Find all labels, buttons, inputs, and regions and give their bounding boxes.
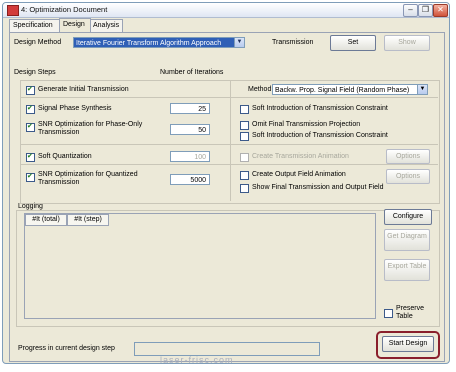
soft-intro-constraint-checkbox-2[interactable] — [240, 132, 249, 141]
method-value: Backw. Prop. Signal Field (Random Phase) — [275, 87, 410, 94]
row-divider — [20, 97, 438, 98]
step-snr-quantized-checkbox[interactable] — [26, 172, 35, 182]
snr-quantized-iterations-input[interactable]: 5000 — [170, 174, 210, 185]
tab-analysis[interactable]: Analysis — [89, 19, 123, 32]
column-divider — [230, 81, 231, 201]
preserve-table-label: Preserve Table — [396, 305, 425, 320]
logging-label: Logging — [18, 203, 43, 210]
progress-bar — [134, 342, 320, 356]
get-diagram-button[interactable]: Get Diagram — [384, 229, 430, 251]
column-header-it-step[interactable]: #It (step) — [67, 214, 109, 226]
step-signal-phase-checkbox[interactable] — [26, 104, 35, 114]
soft-intro-constraint-label-1: Soft Introduction of Transmission Constr… — [252, 105, 388, 112]
soft-quantization-iterations-input[interactable]: 100 — [170, 151, 210, 162]
export-table-button[interactable]: Export Table — [384, 259, 430, 281]
method-label: Method — [248, 86, 272, 93]
options-button-2[interactable]: Options — [386, 169, 430, 184]
design-method-value: Iterative Fourier Transform Algorithm Ap… — [76, 40, 222, 47]
close-button[interactable]: ✕ — [433, 4, 448, 17]
show-button[interactable]: Show — [384, 35, 430, 51]
method-select[interactable]: Backw. Prop. Signal Field (Random Phase)… — [272, 84, 428, 95]
row-divider — [20, 144, 438, 145]
create-transmission-animation-checkbox[interactable] — [240, 153, 249, 162]
step-signal-phase-label: Signal Phase Synthesis — [38, 105, 112, 112]
create-output-animation-label: Create Output Field Animation — [252, 171, 346, 178]
tab-specification[interactable]: Specification — [9, 19, 61, 32]
soft-intro-constraint-label-2: Soft Introduction of Transmission Constr… — [252, 132, 388, 139]
window-title: 4: Optimization Document — [21, 5, 108, 14]
design-panel: Design Method Iterative Fourier Transfor… — [9, 32, 445, 364]
show-final-transmission-label: Show Final Transmission and Output Field — [252, 184, 384, 191]
number-of-iterations-header: Number of Iterations — [160, 69, 224, 76]
step-snr-phase-only-label: SNR Optimization for Phase-Only Transmis… — [38, 121, 156, 137]
step-generate-initial-checkbox[interactable] — [26, 85, 35, 95]
signal-phase-iterations-input[interactable]: 25 — [170, 103, 210, 114]
row-divider — [20, 164, 438, 165]
logging-table[interactable]: #It (total) #It (step) — [24, 213, 376, 319]
step-soft-quantization-checkbox[interactable] — [26, 152, 35, 162]
options-button-1[interactable]: Options — [386, 149, 430, 164]
optimization-document-window: 4: Optimization Document – ❐ ✕ Specifica… — [2, 2, 450, 364]
watermark: laser-frisc.com — [160, 355, 234, 364]
chevron-down-icon: ▼ — [234, 38, 244, 47]
step-generate-initial-label: Generate Initial Transmission — [38, 86, 129, 93]
design-steps-header: Design Steps — [14, 69, 56, 76]
create-transmission-animation-label: Create Transmission Animation — [252, 153, 349, 160]
tab-design[interactable]: Design — [59, 18, 91, 32]
omit-final-projection-checkbox[interactable] — [240, 121, 249, 130]
create-output-animation-checkbox[interactable] — [240, 171, 249, 180]
step-snr-phase-only-text: SNR Optimization for Phase-Only Transmis… — [38, 121, 143, 136]
step-snr-quantized-text: SNR Optimization for Quantized Transmiss… — [38, 171, 138, 186]
set-button[interactable]: Set — [330, 35, 376, 51]
step-snr-quantized-label: SNR Optimization for Quantized Transmiss… — [38, 171, 156, 187]
title-bar: 4: Optimization Document – ❐ ✕ — [3, 3, 449, 18]
snr-phase-only-iterations-input[interactable]: 50 — [170, 124, 210, 135]
design-method-label: Design Method — [14, 39, 62, 46]
chevron-down-icon: ▼ — [417, 85, 427, 94]
step-snr-phase-only-checkbox[interactable] — [26, 122, 35, 132]
omit-final-projection-label: Omit Final Transmission Projection — [252, 121, 361, 128]
column-header-it-total[interactable]: #It (total) — [25, 214, 67, 226]
show-final-transmission-checkbox[interactable] — [240, 184, 249, 193]
start-design-button[interactable]: Start Design — [382, 336, 434, 352]
soft-intro-constraint-checkbox-1[interactable] — [240, 105, 249, 114]
preserve-table-checkbox[interactable] — [384, 309, 393, 318]
design-method-select[interactable]: Iterative Fourier Transform Algorithm Ap… — [73, 37, 245, 48]
step-soft-quantization-label: Soft Quantization — [38, 153, 92, 160]
transmission-label: Transmission — [272, 39, 314, 46]
restore-button[interactable]: ❐ — [418, 4, 433, 17]
document-icon — [7, 5, 19, 16]
configure-button[interactable]: Configure — [384, 209, 432, 225]
progress-label: Progress in current design step — [18, 345, 115, 352]
minimize-button[interactable]: – — [403, 4, 418, 17]
